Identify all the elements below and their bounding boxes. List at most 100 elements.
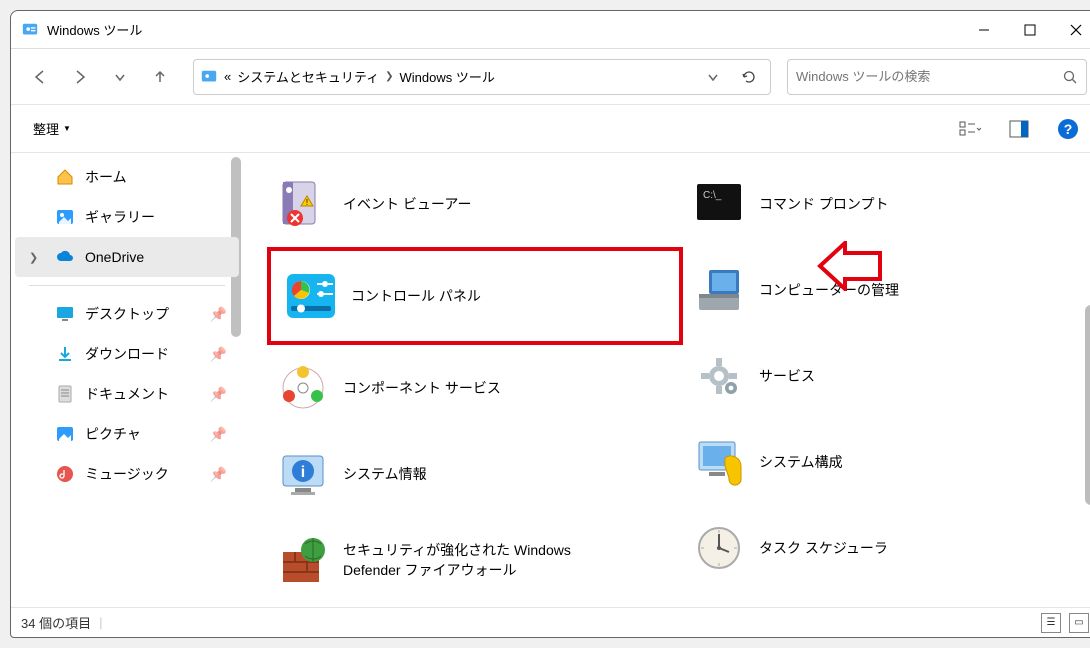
item-computer-mgmt[interactable]: コンピューターの管理: [683, 247, 1090, 333]
item-label: イベント ビューアー: [343, 194, 472, 214]
sidebar-item-downloads[interactable]: ダウンロード 📌: [11, 334, 243, 374]
app-icon: [21, 21, 39, 39]
pin-icon: 📌: [210, 346, 227, 363]
control-panel-icon: [285, 270, 337, 322]
chevron-down-icon: ▼: [63, 124, 71, 133]
firewall-icon: [277, 534, 329, 586]
back-button[interactable]: [23, 60, 57, 94]
sidebar-item-desktop[interactable]: デスクトップ 📌: [11, 294, 243, 334]
music-icon: [55, 464, 75, 484]
msconfig-icon: [693, 436, 745, 488]
sidebar-item-music[interactable]: ミュージック 📌: [11, 454, 243, 494]
status-bar: 34 個の項目 | ☰ ▭: [11, 607, 1090, 637]
help-button[interactable]: ?: [1053, 114, 1083, 144]
item-label: コンポーネント サービス: [343, 378, 501, 398]
content-area: ! イベント ビューアー コントロール パネル コンポーネント サービス i シ…: [243, 153, 1090, 607]
forward-button[interactable]: [63, 60, 97, 94]
sidebar: ホーム ギャラリー ❯ OneDrive デスクトップ 📌 ダウンロード 📌: [11, 153, 243, 607]
item-event-viewer[interactable]: ! イベント ビューアー: [267, 161, 683, 247]
title-bar: Windows ツール: [11, 11, 1090, 49]
search-input[interactable]: [796, 69, 1062, 84]
window-title: Windows ツール: [47, 20, 961, 39]
sidebar-item-onedrive[interactable]: ❯ OneDrive: [15, 237, 239, 277]
sidebar-item-label: ギャラリー: [85, 207, 155, 227]
sidebar-divider: [29, 285, 225, 286]
component-services-icon: [277, 362, 329, 414]
item-firewall[interactable]: セキュリティが強化された Windows Defender ファイアウォール: [267, 517, 683, 603]
nav-bar: « システムとセキュリティ ❯ Windows ツール: [11, 49, 1090, 105]
downloads-icon: [55, 344, 75, 364]
item-label: サービス: [759, 366, 815, 386]
home-icon: [55, 167, 75, 187]
item-cmd[interactable]: C:\_ コマンド プロンプト: [683, 161, 1090, 247]
documents-icon: [55, 384, 75, 404]
address-dropdown-button[interactable]: [698, 60, 728, 94]
pin-icon: 📌: [210, 426, 227, 443]
sidebar-item-documents[interactable]: ドキュメント 📌: [11, 374, 243, 414]
item-label: システム構成: [759, 452, 843, 472]
pin-icon: 📌: [210, 466, 227, 483]
preview-pane-button[interactable]: [1005, 116, 1033, 142]
item-label: コントロール パネル: [351, 286, 481, 306]
status-count: 34 個の項目: [21, 613, 91, 632]
organize-menu[interactable]: 整理 ▼: [33, 119, 71, 138]
sidebar-item-label: ミュージック: [85, 464, 169, 484]
breadcrumb-parent[interactable]: システムとセキュリティ: [237, 67, 379, 86]
content-column-1: ! イベント ビューアー コントロール パネル コンポーネント サービス i シ…: [267, 161, 683, 607]
refresh-button[interactable]: [734, 60, 764, 94]
sidebar-item-label: ピクチャ: [85, 424, 141, 444]
item-system-info[interactable]: i システム情報: [267, 431, 683, 517]
window-controls: [961, 11, 1090, 48]
onedrive-icon: [55, 247, 75, 267]
search-icon[interactable]: [1062, 69, 1078, 85]
body: ホーム ギャラリー ❯ OneDrive デスクトップ 📌 ダウンロード 📌: [11, 153, 1090, 607]
item-label: システム情報: [343, 464, 427, 484]
content-scrollbar[interactable]: [1085, 305, 1090, 505]
content-column-2: C:\_ コマンド プロンプト コンピューターの管理 サービス システム構成: [683, 161, 1090, 607]
sidebar-item-label: ダウンロード: [85, 344, 169, 364]
item-control-panel[interactable]: コントロール パネル: [267, 247, 683, 345]
event-viewer-icon: !: [277, 178, 329, 230]
sidebar-item-label: OneDrive: [85, 249, 144, 265]
sidebar-item-gallery[interactable]: ギャラリー: [11, 197, 243, 237]
toolbar: 整理 ▼ ?: [11, 105, 1090, 153]
up-button[interactable]: [143, 60, 177, 94]
chevron-right-icon: ❯: [29, 251, 38, 264]
sidebar-item-home[interactable]: ホーム: [11, 157, 243, 197]
cmd-icon: C:\_: [693, 178, 745, 230]
breadcrumb-current[interactable]: Windows ツール: [399, 67, 494, 86]
sidebar-item-pictures[interactable]: ピクチャ 📌: [11, 414, 243, 454]
task-scheduler-icon: [693, 522, 745, 574]
view-options-button[interactable]: [955, 116, 985, 142]
computer-mgmt-icon: [693, 264, 745, 316]
large-icon-view-button[interactable]: ▭: [1069, 613, 1089, 633]
minimize-button[interactable]: [961, 11, 1007, 48]
svg-text:i: i: [301, 464, 305, 481]
item-label: セキュリティが強化された Windows Defender ファイアウォール: [343, 540, 593, 580]
item-label: コマンド プロンプト: [759, 194, 888, 214]
item-component-services[interactable]: コンポーネント サービス: [267, 345, 683, 431]
sidebar-item-label: ドキュメント: [85, 384, 169, 404]
recent-button[interactable]: [103, 60, 137, 94]
svg-text:C:\_: C:\_: [703, 190, 722, 201]
explorer-window: Windows ツール « システムとセキュリティ ❯ Windows ツール: [10, 10, 1090, 638]
system-info-icon: i: [277, 448, 329, 500]
desktop-icon: [55, 304, 75, 324]
chevron-right-icon: ❯: [385, 71, 393, 82]
search-box[interactable]: [787, 59, 1087, 95]
pictures-icon: [55, 424, 75, 444]
sidebar-item-label: デスクトップ: [85, 304, 169, 324]
svg-text:!: !: [306, 198, 308, 207]
sidebar-item-label: ホーム: [85, 167, 127, 187]
address-bar[interactable]: « システムとセキュリティ ❯ Windows ツール: [193, 59, 771, 95]
pin-icon: 📌: [210, 386, 227, 403]
details-view-button[interactable]: ☰: [1041, 613, 1061, 633]
item-task-scheduler[interactable]: タスク スケジューラ: [683, 505, 1090, 591]
item-msconfig[interactable]: システム構成: [683, 419, 1090, 505]
gallery-icon: [55, 207, 75, 227]
item-services[interactable]: サービス: [683, 333, 1090, 419]
close-button[interactable]: [1053, 11, 1090, 48]
breadcrumb-ellipsis[interactable]: «: [224, 69, 231, 84]
item-label: コンピューターの管理: [759, 280, 899, 300]
maximize-button[interactable]: [1007, 11, 1053, 48]
